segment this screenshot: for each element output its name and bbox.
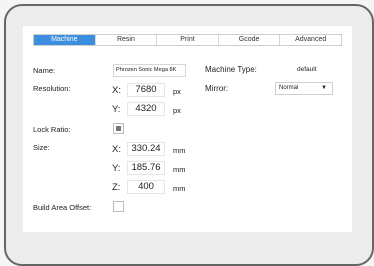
mirror-select[interactable]: Normal ▼ (275, 82, 333, 95)
resolution-y-axis: Y: (112, 104, 121, 115)
build-area-offset-checkbox[interactable] (113, 201, 124, 212)
resolution-y-unit: px (173, 106, 181, 115)
machine-type-value: default (297, 66, 317, 73)
size-label: Size: (33, 143, 50, 152)
size-z-input[interactable]: 400 (127, 180, 165, 194)
resolution-x-axis: X: (112, 85, 121, 96)
resolution-label: Resolution: (33, 84, 71, 93)
size-y-input[interactable]: 185.76 (127, 161, 165, 175)
resolution-y-input[interactable]: 4320 (127, 102, 165, 116)
mirror-select-value: Normal (279, 85, 299, 91)
size-x-axis: X: (112, 144, 121, 155)
size-z-unit: mm (173, 184, 186, 193)
name-field[interactable]: Phrozen Sonic Mega 8K (113, 64, 186, 77)
size-x-unit: mm (173, 146, 186, 155)
size-y-unit: mm (173, 165, 186, 174)
name-label: Name: (33, 66, 56, 75)
tab-resin[interactable]: Resin (94, 35, 157, 45)
resolution-x-unit: px (173, 87, 181, 96)
size-z-axis: Z: (112, 182, 121, 193)
tab-print[interactable]: Print (156, 35, 218, 45)
size-y-axis: Y: (112, 163, 121, 174)
tab-gcode[interactable]: Gcode (217, 35, 280, 45)
size-x-input[interactable]: 330.24 (127, 142, 165, 156)
settings-panel: Machine Resin Print Gcode Advanced Name:… (23, 26, 352, 232)
tab-bar: Machine Resin Print Gcode Advanced (33, 34, 342, 46)
build-area-offset-label: Build Area Offset: (33, 203, 92, 212)
mirror-label: Mirror: (205, 84, 229, 93)
tab-advanced[interactable]: Advanced (279, 35, 341, 45)
lock-ratio-label: Lock Ratio: (33, 125, 71, 134)
tab-machine[interactable]: Machine (34, 35, 95, 45)
resolution-x-input[interactable]: 7680 (127, 83, 165, 97)
lock-ratio-checkbox[interactable] (113, 123, 124, 134)
machine-type-label: Machine Type: (205, 65, 257, 74)
chevron-down-icon: ▼ (321, 85, 327, 91)
